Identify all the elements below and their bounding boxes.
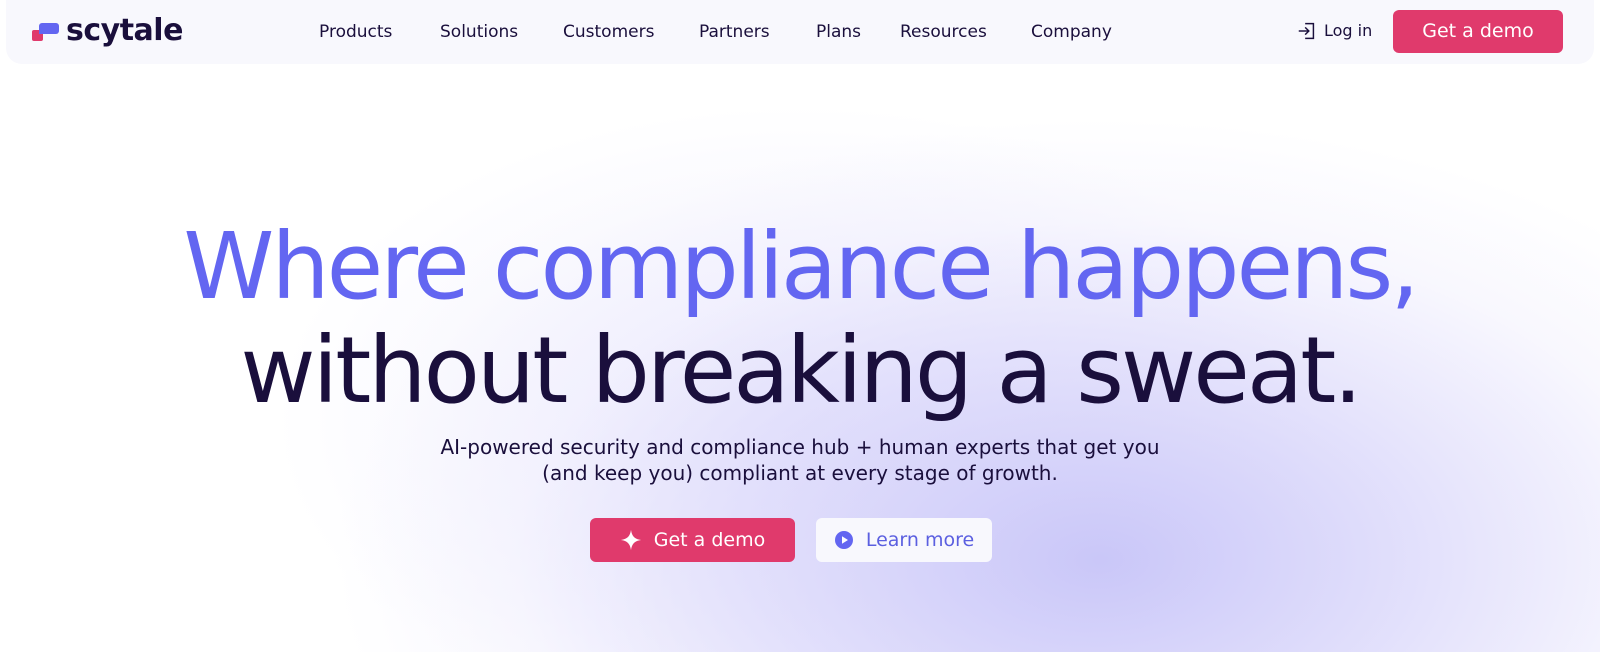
nav-item-solutions[interactable]: Solutions [440, 20, 518, 44]
login-icon [1298, 22, 1315, 40]
subtitle-line-1: AI-powered security and compliance hub +… [440, 435, 1160, 459]
hero-get-demo-button[interactable]: Get a demo [590, 518, 795, 562]
nav-item-plans[interactable]: Plans [816, 20, 861, 44]
learn-more-button[interactable]: Learn more [816, 518, 992, 562]
nav-item-company[interactable]: Company [1031, 20, 1112, 44]
top-navigation: scytale Products Solutions Customers Par… [6, 0, 1594, 64]
nav-item-partners[interactable]: Partners [699, 20, 770, 44]
nav-item-customers[interactable]: Customers [563, 20, 654, 44]
learn-more-label: Learn more [865, 529, 975, 551]
sparkle-icon [620, 529, 641, 551]
get-demo-button[interactable]: Get a demo [1393, 10, 1563, 53]
headline-line-1: Where compliance happens, [183, 213, 1419, 320]
headline-line-2: without breaking a sweat. [240, 317, 1362, 424]
hero-get-demo-label: Get a demo [653, 529, 766, 551]
nav-item-resources[interactable]: Resources [900, 20, 987, 44]
subtitle-line-2: (and keep you) compliant at every stage … [542, 461, 1058, 485]
hero-section: Where compliance happens, without breaki… [0, 0, 1600, 652]
play-icon [834, 531, 853, 549]
login-link[interactable]: Log in [1296, 19, 1372, 43]
nav-item-products[interactable]: Products [319, 20, 392, 44]
login-label: Log in [1324, 21, 1373, 40]
